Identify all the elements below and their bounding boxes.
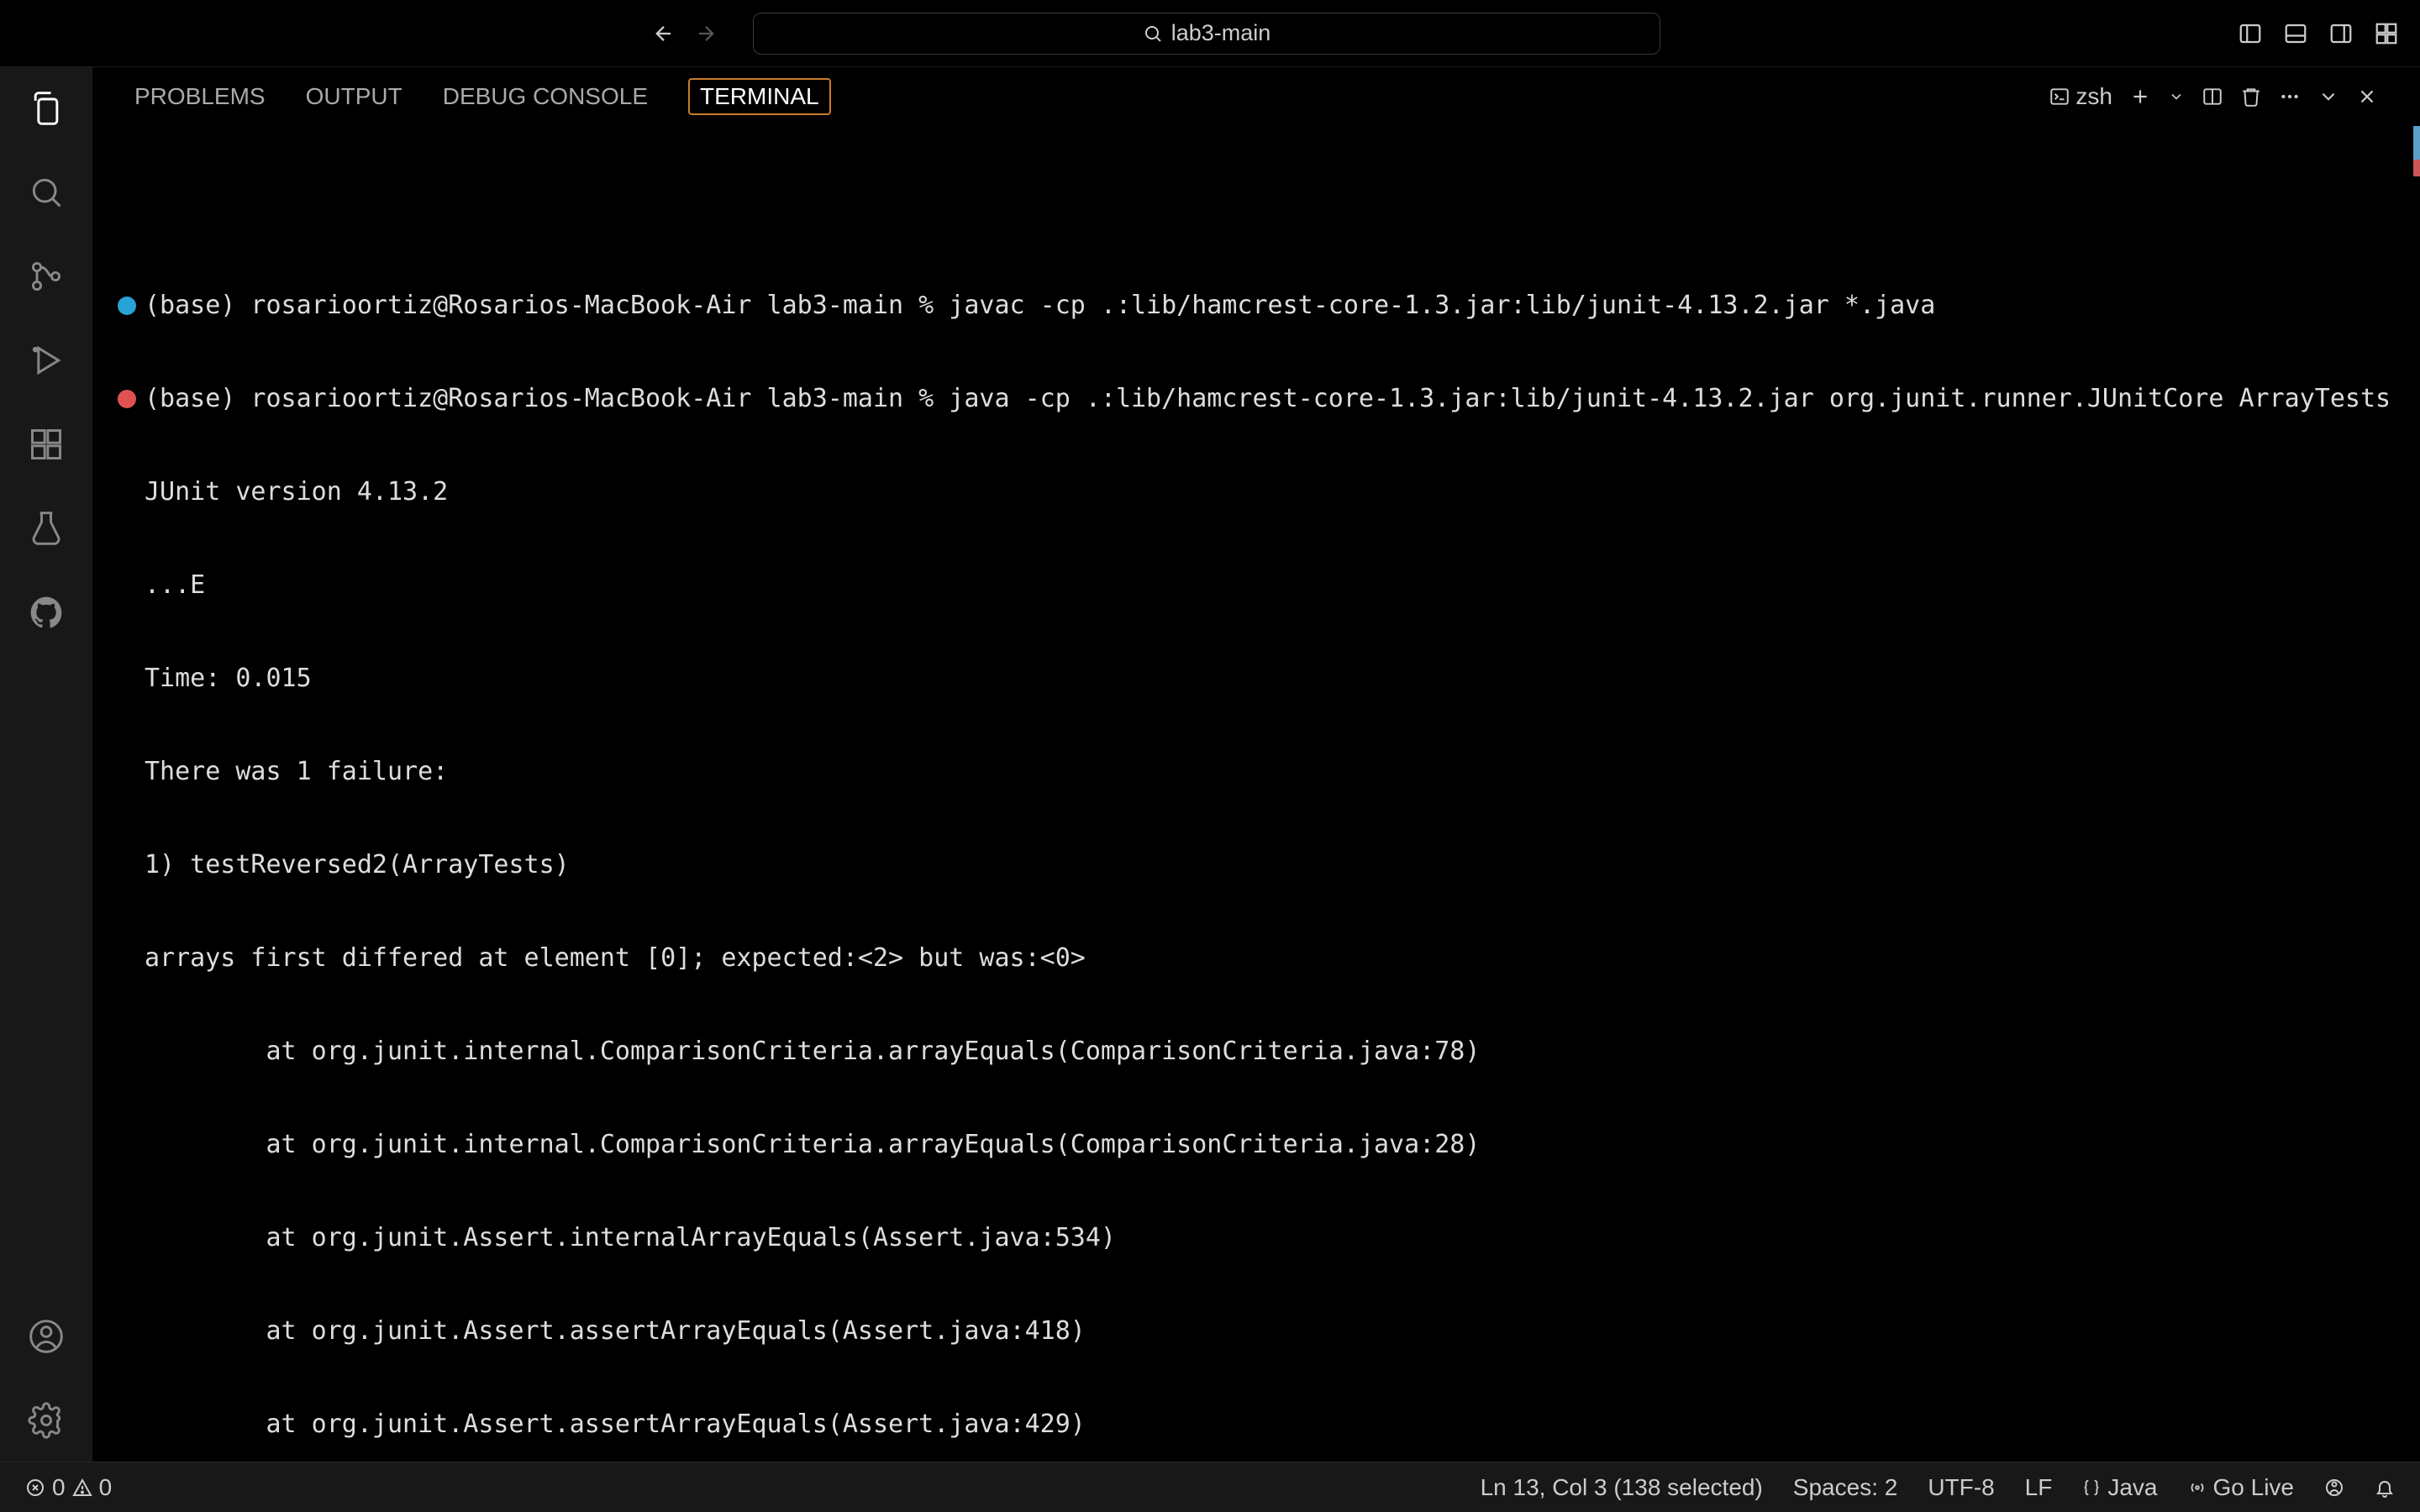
search-activity-icon[interactable] [25,171,67,213]
status-notifications[interactable] [2375,1478,2395,1498]
run-debug-icon[interactable] [25,339,67,381]
new-terminal-dropdown[interactable] [2168,88,2185,105]
status-indent[interactable]: Spaces: 2 [1793,1474,1898,1501]
terminal-line: at org.junit.Assert.assertArrayEquals(As… [145,1315,1086,1347]
new-terminal-button[interactable] [2129,86,2151,108]
warning-count: 0 [99,1474,113,1501]
customize-layout-button[interactable] [2370,17,2403,50]
status-eol[interactable]: LF [2025,1474,2053,1501]
terminal-line: 1) testReversed2(ArrayTests) [145,849,570,880]
overview-ruler-marker-error [2413,160,2420,176]
terminal-line: arrays first differed at element [0]; ex… [145,942,1086,974]
status-go-live[interactable]: Go Live [2188,1474,2295,1501]
plus-icon [2129,86,2151,108]
status-cursor-pos[interactable]: Ln 13, Col 3 (138 selected) [1481,1474,1763,1501]
terminal-line: at org.junit.internal.ComparisonCriteria… [145,1036,1480,1067]
trash-icon [2240,86,2262,108]
error-circle-icon [25,1478,45,1498]
terminal-line: at org.junit.internal.ComparisonCriteria… [145,1129,1480,1160]
feedback-icon [2324,1478,2344,1498]
source-control-icon[interactable] [25,255,67,297]
toggle-primary-sidebar-button[interactable] [2233,17,2267,50]
panel-chevron-button[interactable] [2317,86,2339,108]
status-language[interactable]: Java [2082,1474,2157,1501]
settings-gear-icon[interactable] [25,1399,67,1441]
terminal-launch-profile[interactable]: zsh [2049,83,2112,110]
terminal-line: at org.junit.Assert.internalArrayEquals(… [145,1222,1116,1253]
error-count: 0 [52,1474,66,1501]
search-text: lab3-main [1171,20,1271,46]
kill-terminal-button[interactable] [2240,86,2262,108]
extensions-icon[interactable] [25,423,67,465]
terminal-view[interactable]: (base) rosarioortiz@Rosarios-MacBook-Air… [92,126,2420,1462]
terminal-line: There was 1 failure: [145,756,448,787]
explorer-icon[interactable] [25,87,67,129]
terminal-line: (base) rosarioortiz@Rosarios-MacBook-Air… [145,290,1935,321]
github-icon[interactable] [25,591,67,633]
split-icon [2202,86,2223,108]
terminal-line: (base) rosarioortiz@Rosarios-MacBook-Air… [145,383,2391,414]
chevron-down-icon [2317,86,2339,108]
terminal-line: Time: 0.015 [145,663,312,694]
broadcast-icon [2188,1478,2207,1497]
accounts-icon[interactable] [25,1315,67,1357]
overview-ruler-marker [2413,126,2420,160]
chevron-down-icon [2168,88,2185,105]
testing-icon[interactable] [25,507,67,549]
activity-bar [0,67,92,1462]
terminal-status-dot-success-icon [118,297,136,315]
tab-debug-console[interactable]: DEBUG CONSOLE [443,78,648,115]
terminal-profile-icon [2049,86,2070,108]
close-panel-button[interactable] [2356,86,2378,108]
terminal-status-dot-error-icon [118,390,136,408]
split-terminal-button[interactable] [2202,86,2223,108]
nav-back-button[interactable] [647,17,681,50]
status-bar: 0 0 Ln 13, Col 3 (138 selected) Spaces: … [0,1462,2420,1512]
tab-problems[interactable]: PROBLEMS [134,78,266,115]
tab-output[interactable]: OUTPUT [306,78,402,115]
braces-icon [2082,1478,2101,1497]
shell-label: zsh [2075,83,2112,110]
toggle-secondary-sidebar-button[interactable] [2324,17,2358,50]
more-icon [2279,86,2301,108]
close-icon [2356,86,2378,108]
panel-area: PROBLEMS OUTPUT DEBUG CONSOLE TERMINAL z… [92,67,2420,1462]
terminal-line: JUnit version 4.13.2 [145,476,448,507]
toggle-panel-button[interactable] [2279,17,2312,50]
status-problems[interactable]: 0 0 [25,1474,112,1501]
panel-tabs: PROBLEMS OUTPUT DEBUG CONSOLE TERMINAL z… [92,67,2420,126]
panel-more-button[interactable] [2279,86,2301,108]
command-center-search[interactable]: lab3-main [753,13,1660,55]
terminal-line: at org.junit.Assert.assertArrayEquals(As… [145,1409,1086,1440]
terminal-line: ...E [145,570,205,601]
status-feedback[interactable] [2324,1478,2344,1498]
status-encoding[interactable]: UTF-8 [1928,1474,1994,1501]
warning-triangle-icon [72,1478,92,1498]
tab-terminal[interactable]: TERMINAL [688,78,831,115]
title-bar: lab3-main [0,0,2420,67]
nav-forward-button[interactable] [689,17,723,50]
bell-icon [2375,1478,2395,1498]
search-icon [1143,24,1163,44]
